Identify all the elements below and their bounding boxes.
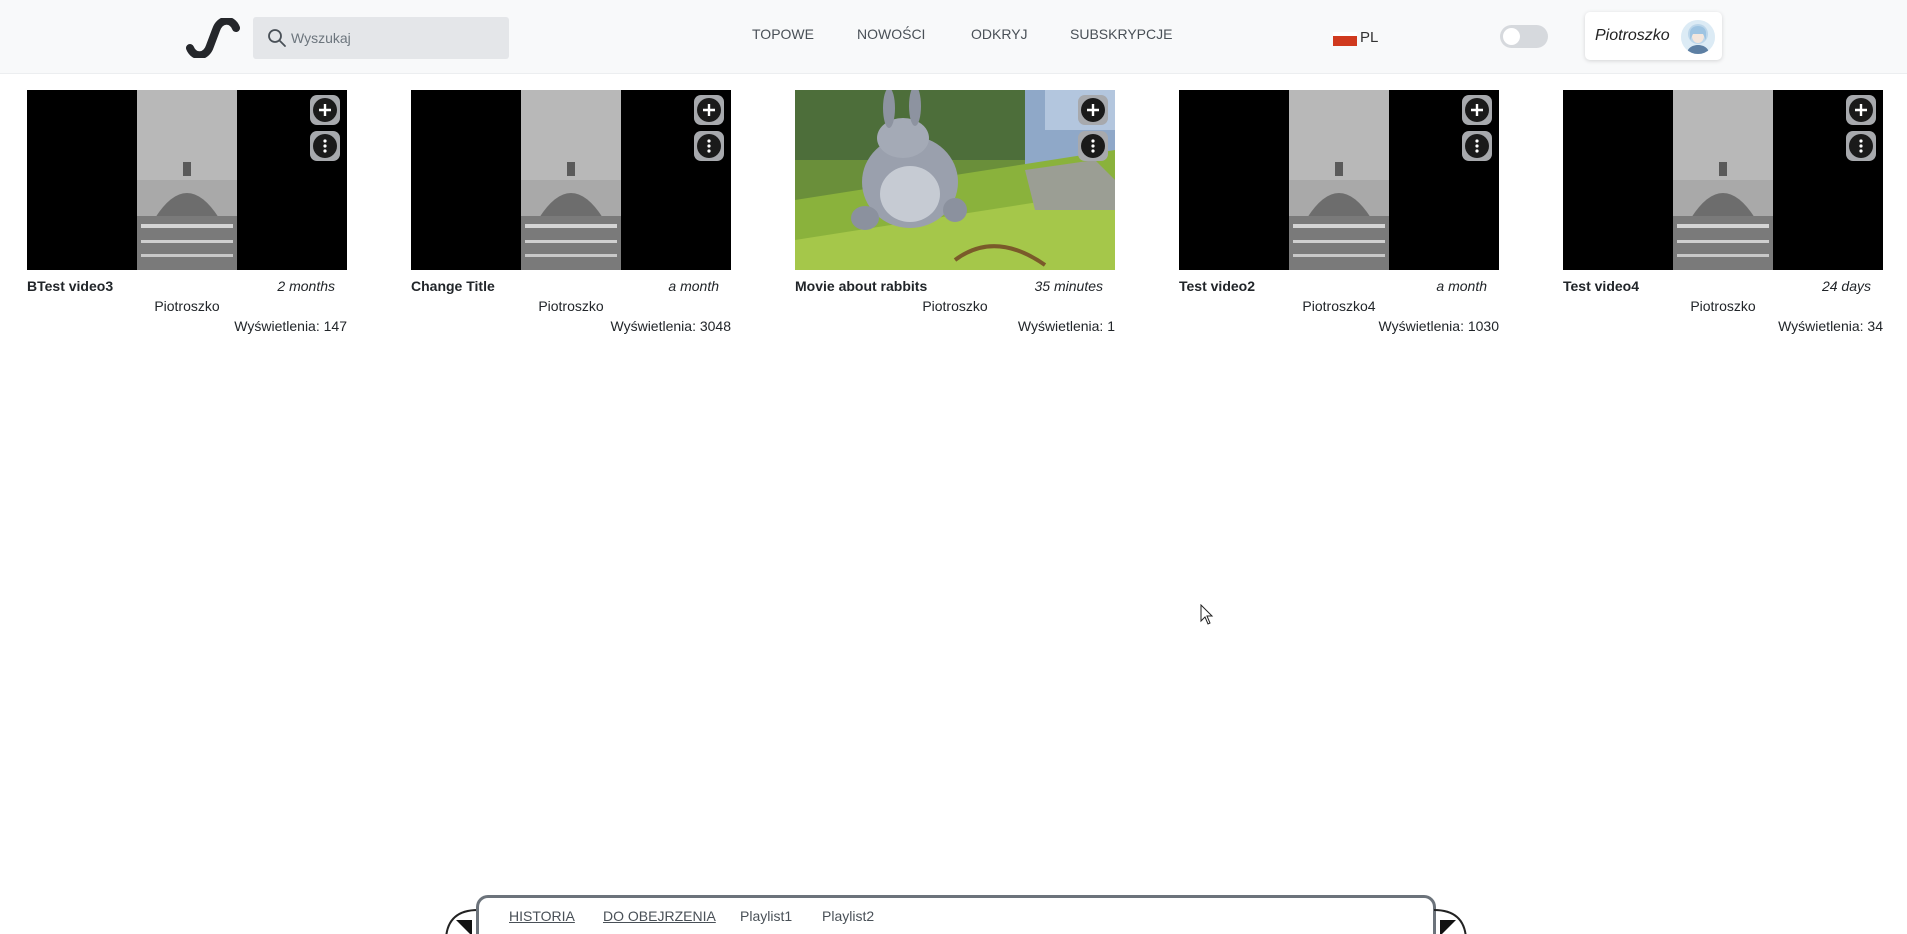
nav-odkryj[interactable]: ODKRYJ — [971, 26, 1028, 42]
video-title[interactable]: Change Title — [411, 278, 495, 294]
big-rabbit-image — [795, 90, 1115, 270]
video-thumbnail[interactable] — [411, 90, 731, 270]
plus-icon — [703, 104, 715, 116]
logo-icon[interactable] — [186, 18, 240, 58]
more-options-button[interactable] — [310, 131, 340, 161]
video-thumbnail[interactable] — [1563, 90, 1883, 270]
more-options-button[interactable] — [1078, 131, 1108, 161]
video-thumbnail[interactable] — [1179, 90, 1499, 270]
plus-icon — [1855, 104, 1867, 116]
language-selector[interactable]: PL — [1333, 28, 1378, 46]
video-title[interactable]: Movie about rabbits — [795, 278, 927, 294]
dome-building-image — [1563, 90, 1883, 270]
kebab-menu-icon — [1859, 139, 1863, 153]
video-date: a month — [1436, 278, 1487, 294]
video-thumbnail[interactable] — [27, 90, 347, 270]
add-to-playlist-button[interactable] — [1462, 95, 1492, 125]
nav-subskrypcje[interactable]: SUBSKRYPCJE — [1070, 26, 1172, 42]
video-views: Wyświetlenia: 1 — [1017, 318, 1115, 334]
tab-historia[interactable]: HISTORIA — [509, 908, 575, 924]
video-date: 24 days — [1821, 278, 1871, 294]
poland-flag-icon — [1333, 32, 1357, 46]
search-box[interactable] — [253, 17, 509, 59]
kebab-menu-icon — [707, 139, 711, 153]
video-thumbnail[interactable] — [795, 90, 1115, 270]
dome-building-image — [1179, 90, 1499, 270]
video-date: 35 minutes — [1034, 278, 1103, 294]
video-date: 2 months — [277, 278, 335, 294]
nav-topowe[interactable]: TOPOWE — [752, 26, 814, 42]
tab-do-obejrzenia[interactable]: DO OBEJRZENIA — [603, 908, 716, 924]
video-views: Wyświetlenia: 147 — [234, 318, 347, 334]
more-options-button[interactable] — [1462, 131, 1492, 161]
video-author[interactable]: Piotroszko — [411, 298, 731, 314]
toggle-knob — [1503, 28, 1520, 45]
video-author[interactable]: Piotroszko — [795, 298, 1115, 314]
nav-nowosci[interactable]: NOWOŚCI — [857, 26, 925, 42]
user-menu[interactable]: Piotroszko — [1585, 12, 1722, 60]
search-icon — [268, 29, 286, 47]
video-title[interactable]: BTest video3 — [27, 278, 113, 294]
theme-toggle[interactable] — [1500, 25, 1548, 48]
video-views: Wyświetlenia: 34 — [1778, 318, 1883, 334]
kebab-menu-icon — [323, 139, 327, 153]
video-author[interactable]: Piotroszko4 — [1179, 298, 1499, 314]
scroll-right-arrow-icon[interactable] — [1434, 908, 1470, 934]
plus-icon — [1087, 104, 1099, 116]
add-to-playlist-button[interactable] — [694, 95, 724, 125]
language-label: PL — [1360, 28, 1379, 46]
video-card: Test video4 24 days Piotroszko Wyświetle… — [1563, 90, 1883, 340]
plus-icon — [319, 104, 331, 116]
video-card: Change Title a month Piotroszko Wyświetl… — [411, 90, 731, 340]
video-views: Wyświetlenia: 1030 — [1378, 318, 1500, 334]
video-card: Test video2 a month Piotroszko4 Wyświetl… — [1179, 90, 1499, 340]
search-input[interactable] — [291, 17, 501, 59]
more-options-button[interactable] — [694, 131, 724, 161]
add-to-playlist-button[interactable] — [1846, 95, 1876, 125]
video-title[interactable]: Test video2 — [1179, 278, 1255, 294]
tab-playlist2[interactable]: Playlist2 — [822, 908, 874, 924]
tab-playlist1[interactable]: Playlist1 — [740, 908, 792, 924]
add-to-playlist-button[interactable] — [1078, 95, 1108, 125]
avatar — [1681, 20, 1715, 54]
top-header: TOPOWE NOWOŚCI ODKRYJ SUBSKRYPCJE PL Pio… — [0, 0, 1907, 74]
add-to-playlist-button[interactable] — [310, 95, 340, 125]
dome-building-image — [27, 90, 347, 270]
more-options-button[interactable] — [1846, 131, 1876, 161]
scroll-left-arrow-icon[interactable] — [442, 908, 478, 934]
video-views: Wyświetlenia: 3048 — [610, 318, 732, 334]
plus-icon — [1471, 104, 1483, 116]
mouse-cursor-icon — [1200, 604, 1214, 625]
kebab-menu-icon — [1475, 139, 1479, 153]
video-author[interactable]: Piotroszko — [27, 298, 347, 314]
kebab-menu-icon — [1091, 139, 1095, 153]
video-date: a month — [668, 278, 719, 294]
video-author[interactable]: Piotroszko — [1563, 298, 1883, 314]
user-name: Piotroszko — [1595, 27, 1670, 44]
video-title[interactable]: Test video4 — [1563, 278, 1639, 294]
video-card: Movie about rabbits 35 minutes Piotroszk… — [795, 90, 1115, 340]
dome-building-image — [411, 90, 731, 270]
video-card: BTest video3 2 months Piotroszko Wyświet… — [27, 90, 347, 340]
